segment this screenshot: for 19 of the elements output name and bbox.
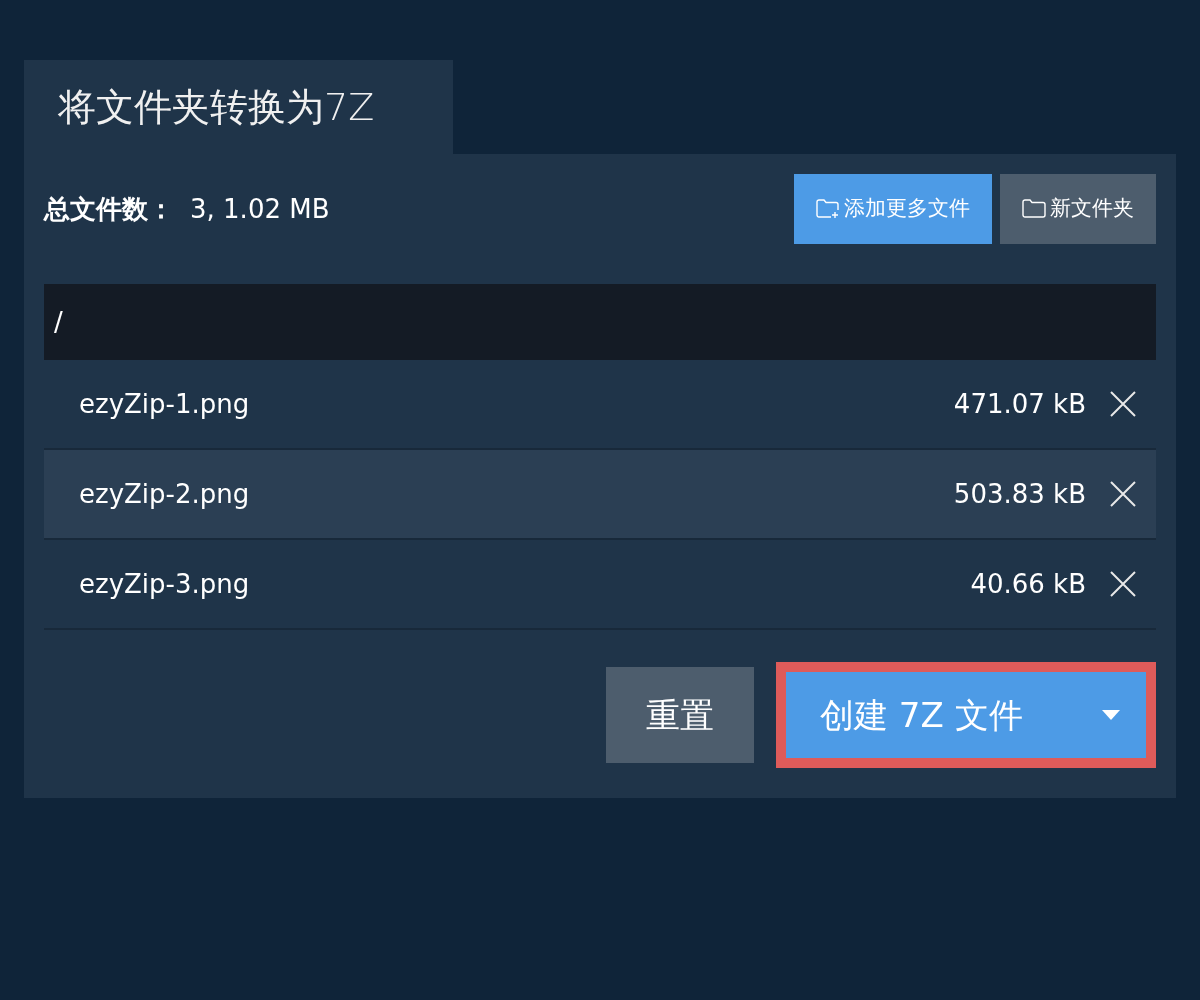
file-size: 40.66 kB <box>970 567 1086 601</box>
converter-tab[interactable]: 将文件夹转换为7Z <box>24 60 453 154</box>
new-folder-button[interactable]: 新文件夹 <box>1000 174 1156 244</box>
close-icon[interactable] <box>1108 569 1138 599</box>
file-size: 503.83 kB <box>953 477 1086 511</box>
path-bar: / <box>44 284 1156 360</box>
close-icon[interactable] <box>1108 479 1138 509</box>
reset-button[interactable]: 重置 <box>606 667 754 763</box>
file-row[interactable]: ezyZip-2.png 503.83 kB <box>44 450 1156 540</box>
file-size: 471.07 kB <box>953 387 1086 421</box>
caret-icon <box>1102 710 1120 720</box>
file-name: ezyZip-1.png <box>79 387 251 421</box>
total-files-value: 3, 1.02 MB <box>190 192 330 226</box>
close-icon[interactable] <box>1108 389 1138 419</box>
folder-plus-icon <box>816 199 840 219</box>
total-files-label: 总文件数： <box>44 192 174 226</box>
file-name: ezyZip-2.png <box>79 477 251 511</box>
file-name: ezyZip-3.png <box>79 567 251 601</box>
folder-icon <box>1022 199 1046 219</box>
